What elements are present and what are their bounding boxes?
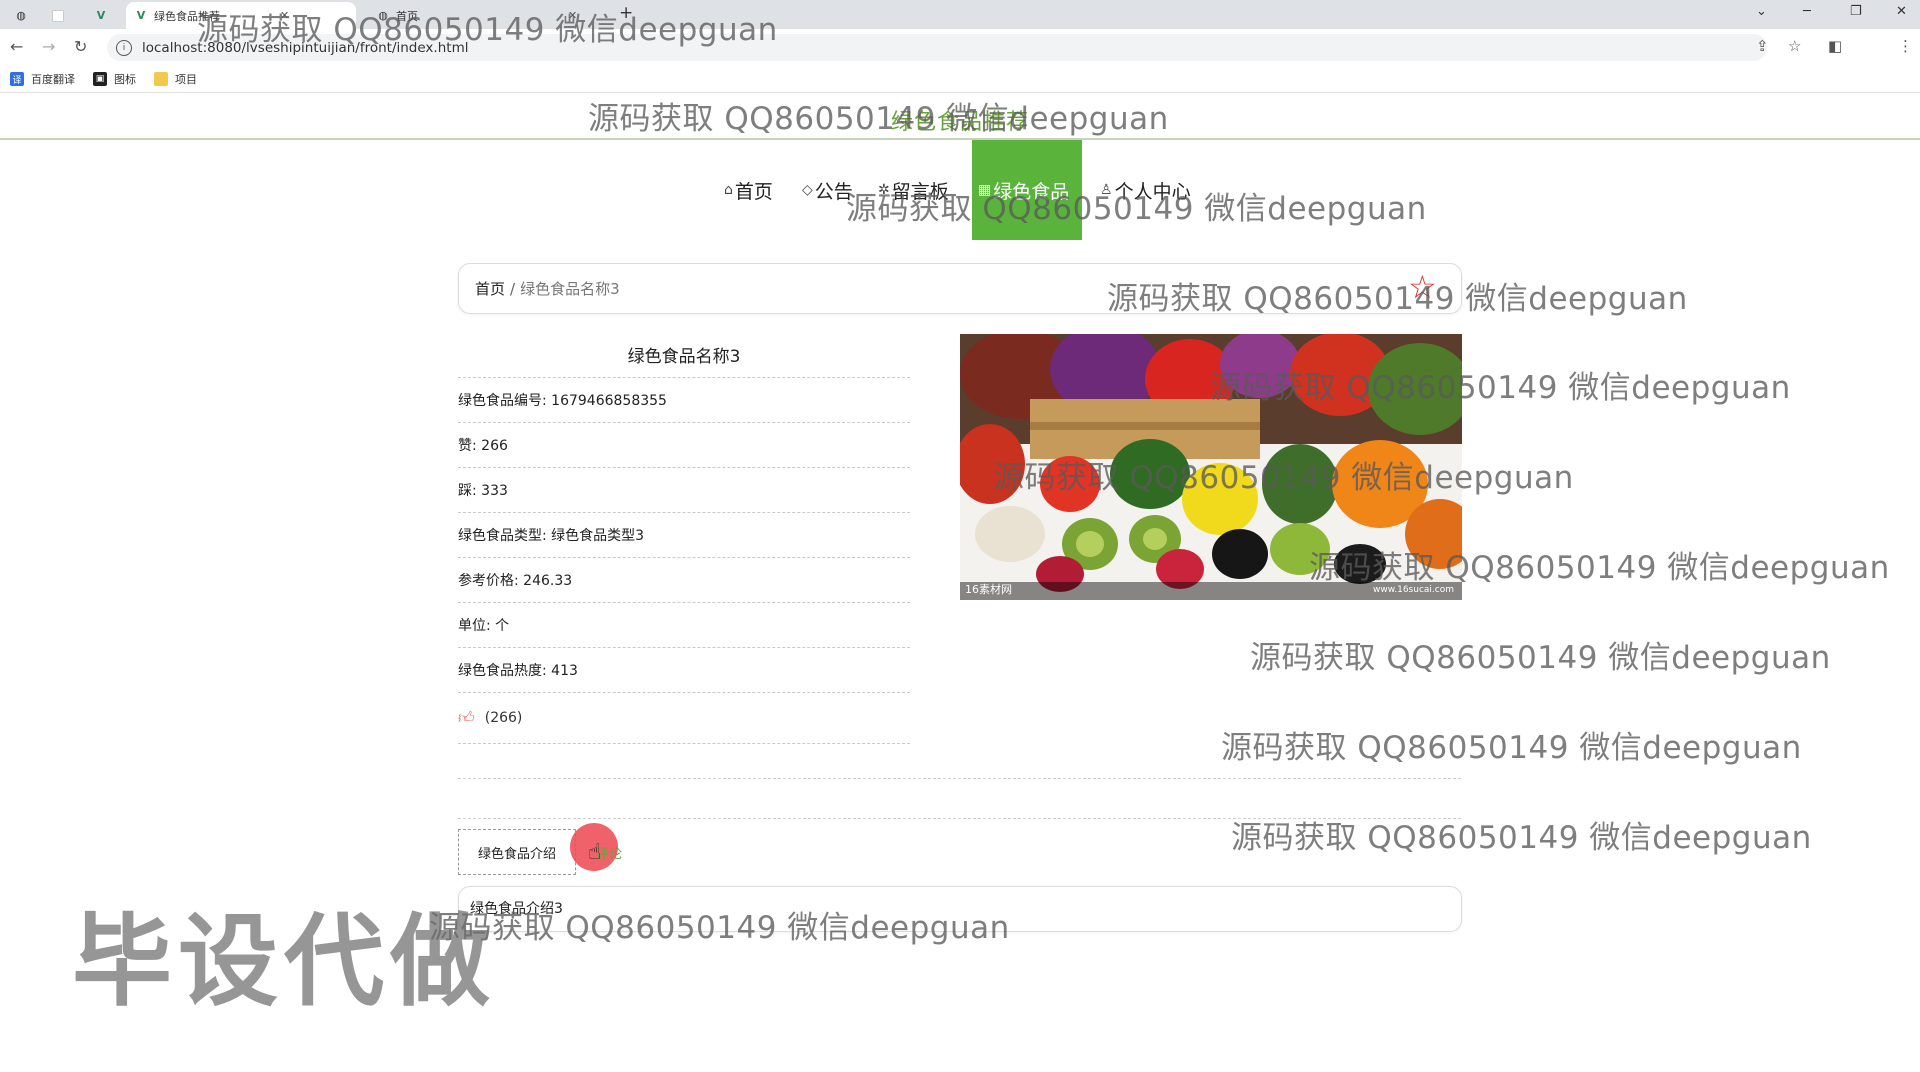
big-watermark: 毕设代做 [72,903,496,1020]
close-tab-icon[interactable]: ✕ [568,9,577,22]
food-image: 16素材网 www.16sucai.com [960,334,1462,600]
detail-row-unit: 单位: 个 [458,603,910,648]
close-window-icon[interactable]: ✕ [1896,4,1907,19]
food-name: 绿色食品名称3 [458,334,910,378]
restore-icon[interactable]: ❐ [1850,4,1862,19]
breadcrumb-current: 绿色食品名称3 [520,280,620,298]
detail-row-dislikes: 踩: 333 [458,468,910,513]
detail-panel: 绿色食品名称3 绿色食品编号: 1679466858355 赞: 266 踩: … [458,334,910,744]
translate-icon: 译 [10,72,24,86]
browser-tab[interactable]: V [86,2,114,29]
blank-page-icon [52,9,64,22]
browser-tab[interactable]: ◍ [6,2,34,29]
folder-icon [154,72,168,86]
forward-icon[interactable]: → [42,37,55,56]
bookmark-label: 项目 [175,73,197,86]
breadcrumb-separator: / [510,279,516,298]
grid-icon: ▦ [978,182,992,198]
share-icon[interactable]: ⇪ [1756,37,1769,55]
hand-cursor-icon: ☝ [588,840,602,865]
watermark: 源码获取 QQ86050149 微信deepguan [1221,730,1802,766]
detail-row-type: 绿色食品类型: 绿色食品类型3 [458,513,910,558]
globe-icon: ◍ [378,9,388,22]
favorite-star-icon[interactable]: ☆ [1408,271,1437,303]
user-icon: ♙ [1100,182,1113,198]
browser-tab-active[interactable]: V 绿色食品推荐 ✕ [126,2,356,29]
nav-item-home[interactable]: ⌂ 首页 [724,140,773,240]
vue-logo-icon: V [96,9,106,22]
nav-item-profile[interactable]: ♙ 个人中心 [1100,140,1191,240]
address-url[interactable]: localhost:8080/lvseshipintuijian/front/i… [142,40,468,56]
nav-label: 留言板 [891,180,949,203]
nav-label: 个人中心 [1114,180,1191,203]
thumbs-up-icon[interactable]: 👍︎ [458,692,475,744]
nav-item-green-food[interactable]: ▦ 绿色食品 [972,140,1082,240]
reload-icon[interactable]: ↻ [74,37,87,56]
browser-tab[interactable]: ◍ 首页 ✕ [368,2,598,29]
detail-row-heat: 绿色食品热度: 413 [458,648,910,693]
vue-logo-icon: V [136,9,146,22]
icon-app-icon: ▣ [93,72,107,86]
like-control[interactable]: 👍︎ (266) [458,693,910,744]
bookmark-item[interactable]: ▣ 图标 [93,71,136,87]
image-credit-left: 16素材网 [965,583,1012,596]
side-panel-icon[interactable]: ◧ [1828,37,1842,55]
detail-row-likes: 赞: 266 [458,423,910,468]
back-icon[interactable]: ← [10,37,23,56]
browser-toolbar: ← → ↻ i localhost:8080/lvseshipintuijian… [0,29,1920,85]
site-title: 绿色食品推荐 [890,110,1029,135]
like-count: (266) [484,710,523,726]
breadcrumb-home[interactable]: 首页 [475,278,505,299]
tag-icon: ◇ [802,182,813,198]
watermark: 源码获取 QQ86050149 微信deepguan [1250,640,1831,676]
image-credit-right: www.16sucai.com [1372,585,1454,595]
detail-row-price: 参考价格: 246.33 [458,558,910,603]
nav-label: 首页 [734,180,773,203]
nav-label: 绿色食品 [993,180,1070,203]
divider [458,818,1461,819]
tab-intro[interactable]: 绿色食品介绍 [458,829,576,875]
divider [458,778,1461,779]
breadcrumb: 首页 / 绿色食品名称3 [458,263,1462,314]
info-icon[interactable]: i [116,39,132,56]
tab-search-icon[interactable]: ⌄ [1756,4,1767,19]
new-tab-icon[interactable]: + [619,3,633,23]
browser-tab-title: 首页 [396,9,418,23]
nav-item-notice[interactable]: ◇ 公告 [802,140,853,240]
vegetables-image [960,334,1462,600]
browser-tab-strip: ◍ V V 绿色食品推荐 ✕ ◍ 首页 ✕ + ⌄ ─ ❐ ✕ [0,0,1920,29]
bookmark-item[interactable]: 项目 [154,71,197,87]
minimize-icon[interactable]: ─ [1803,4,1811,19]
bookmark-label: 百度翻译 [31,73,75,86]
bookmark-star-icon[interactable]: ☆ [1788,37,1801,55]
main-nav: ⌂ 首页 ◇ 公告 ✲ 留言板 ▦ 绿色食品 ♙ 个人中心 [0,140,1920,240]
menu-dots-icon[interactable]: ⋮ [1898,37,1913,55]
globe-icon: ◍ [16,9,26,22]
home-icon: ⌂ [724,182,733,198]
bookmark-item[interactable]: 译 百度翻译 [10,71,75,87]
close-tab-icon[interactable]: ✕ [280,9,289,22]
bookmark-label: 图标 [114,73,136,86]
detail-row-id: 绿色食品编号: 1679466858355 [458,378,910,423]
star-icon: ✲ [878,182,890,198]
nav-item-message-board[interactable]: ✲ 留言板 [878,140,949,240]
bookmarks-bar: 译 百度翻译 ▣ 图标 项目 [0,66,1920,93]
nav-label: 公告 [814,180,853,203]
browser-tab[interactable] [44,2,70,29]
address-bar[interactable]: i localhost:8080/lvseshipintuijian/front… [107,34,1767,61]
content-box [458,886,1462,932]
browser-tab-title: 绿色食品推荐 [154,9,220,23]
